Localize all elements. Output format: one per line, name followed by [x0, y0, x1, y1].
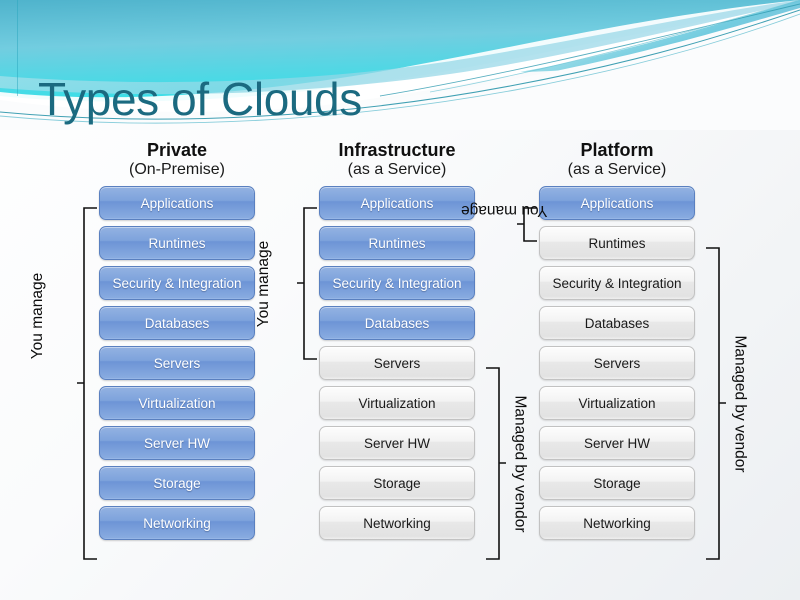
- layer-label: Applications: [360, 195, 434, 211]
- layer-row[interactable]: Databases: [99, 306, 255, 341]
- bracket-label-paas-you-manage: You manage: [460, 202, 548, 219]
- layer-row[interactable]: Security & Integration: [319, 266, 475, 301]
- column-heading-infrastructure: Infrastructure (as a Service): [319, 140, 475, 180]
- layer-stack-private: Applications Runtimes Security & Integra…: [99, 186, 255, 541]
- layer-row[interactable]: Runtimes: [539, 226, 695, 261]
- layer-label: Databases: [364, 315, 430, 331]
- bracket-label: You manage: [28, 272, 46, 360]
- layer-label: Server HW: [583, 435, 650, 451]
- layer-row[interactable]: Databases: [539, 306, 695, 341]
- page-title: Types of Clouds: [38, 73, 362, 125]
- layer-label: Databases: [584, 315, 650, 331]
- layer-label: Networking: [363, 515, 431, 531]
- layer-label: Security & Integration: [332, 275, 462, 291]
- layer-label: Servers: [373, 355, 421, 371]
- layer-label: Storage: [373, 475, 421, 491]
- layer-label: Storage: [593, 475, 641, 491]
- layer-label: Storage: [153, 475, 201, 491]
- layer-row[interactable]: Networking: [539, 506, 695, 541]
- column-private: Private (On-Premise) Applications Runtim…: [99, 140, 255, 541]
- layer-row[interactable]: Databases: [319, 306, 475, 341]
- layer-label: Server HW: [363, 435, 430, 451]
- column-heading-platform: Platform (as a Service): [539, 140, 695, 180]
- layer-label: Servers: [593, 355, 641, 371]
- layer-row[interactable]: Virtualization: [99, 386, 255, 421]
- column-heading-main: Private: [146, 140, 208, 160]
- bracket-label-iaas-you-manage-wrap: You manage: [196, 241, 332, 327]
- layer-row[interactable]: Virtualization: [319, 386, 475, 421]
- layer-label: Servers: [153, 355, 201, 371]
- column-heading-private: Private (On-Premise): [99, 140, 255, 180]
- bracket-label: You manage: [254, 240, 272, 328]
- layer-label: Networking: [143, 515, 211, 531]
- column-heading-sub: (as a Service): [347, 161, 447, 179]
- layer-row[interactable]: Servers: [319, 346, 475, 381]
- layer-label: Virtualization: [358, 395, 436, 411]
- layer-label: Networking: [583, 515, 651, 531]
- layer-label: Runtimes: [148, 235, 206, 251]
- layer-row[interactable]: Storage: [99, 466, 255, 501]
- layer-row[interactable]: Server HW: [539, 426, 695, 461]
- layer-row[interactable]: Server HW: [99, 426, 255, 461]
- column-heading-sub: (On-Premise): [128, 161, 225, 179]
- column-heading-sub: (as a Service): [567, 161, 667, 179]
- slide-canvas: Types of Clouds Private (On-Premise) App…: [0, 0, 800, 600]
- layer-label: Server HW: [143, 435, 210, 451]
- layer-row[interactable]: Security & Integration: [539, 266, 695, 301]
- layer-label: Runtimes: [588, 235, 646, 251]
- layer-row[interactable]: Storage: [539, 466, 695, 501]
- layer-row[interactable]: Networking: [319, 506, 475, 541]
- bracket-label: Managed by vendor: [511, 395, 529, 533]
- layer-label: Applications: [140, 195, 214, 211]
- layer-row[interactable]: Applications: [99, 186, 255, 221]
- layer-row[interactable]: Networking: [99, 506, 255, 541]
- layer-label: Databases: [144, 315, 210, 331]
- column-heading-main: Platform: [580, 140, 654, 160]
- bracket-private-you-manage: [76, 207, 98, 560]
- layer-row[interactable]: Runtimes: [319, 226, 475, 261]
- layer-label: Applications: [580, 195, 654, 211]
- layer-stack-infrastructure: Applications Runtimes Security & Integra…: [319, 186, 475, 541]
- layer-row[interactable]: Runtimes: [99, 226, 255, 261]
- bracket-label-paas-you-manage-visible-wrap: You manage: [436, 199, 572, 221]
- bracket-label-paas-managed-by-vendor-wrap: Managed by vendor: [640, 335, 800, 472]
- layer-row[interactable]: Servers: [539, 346, 695, 381]
- layer-label: Runtimes: [368, 235, 426, 251]
- column-heading-main: Infrastructure: [338, 140, 456, 160]
- layer-label: Virtualization: [138, 395, 216, 411]
- bracket-label: Managed by vendor: [731, 335, 749, 473]
- layer-label: Security & Integration: [552, 275, 682, 291]
- bracket-label-private-you-manage-wrap: You manage: [0, 273, 106, 359]
- layer-stack-platform: Applications Runtimes Security & Integra…: [539, 186, 695, 541]
- layer-row[interactable]: Servers: [99, 346, 255, 381]
